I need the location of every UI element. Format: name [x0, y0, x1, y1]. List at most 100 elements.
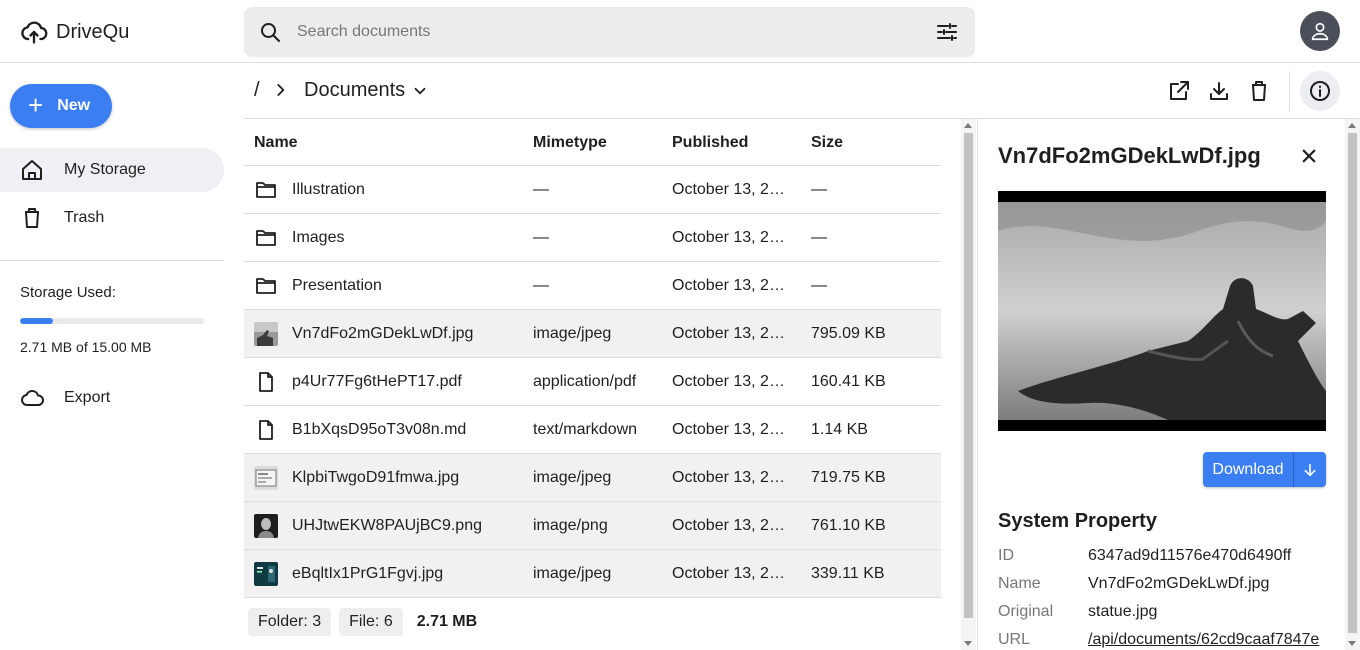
- download-icon[interactable]: [1207, 79, 1231, 103]
- cell-published: October 13, 2022: [672, 469, 790, 486]
- download-button[interactable]: Download: [1203, 452, 1326, 487]
- folder-icon: [256, 182, 276, 198]
- table-row[interactable]: B1bXqsD95oT3v08n.md text/markdown Octobe…: [244, 406, 941, 454]
- sidebar-item-trash[interactable]: Trash: [0, 196, 224, 240]
- cloud-icon: [21, 389, 44, 406]
- sidebar-item-my-storage[interactable]: My Storage: [0, 148, 224, 192]
- cell-published: October 13, 2022: [672, 229, 790, 246]
- table-summary: Folder: 3 File: 6 2.71 MB: [248, 608, 477, 636]
- scrollbar-thumb[interactable]: [1348, 133, 1357, 633]
- cell-published: October 13, 2022: [672, 421, 790, 438]
- table-row[interactable]: KlpbiTwgoD91fmwa.jpg image/jpeg October …: [244, 454, 941, 502]
- cell-published: October 13, 2022: [672, 325, 790, 342]
- property-value: 6347ad9d11576e470d6490ff: [1088, 547, 1292, 564]
- app-name: DriveQu: [56, 20, 130, 43]
- table-row[interactable]: Images — October 13, 2022 —: [244, 214, 941, 262]
- filter-sliders-icon[interactable]: [935, 20, 959, 44]
- cell-mimetype: text/markdown: [533, 421, 638, 438]
- scroll-down-arrow[interactable]: [964, 641, 972, 646]
- cell-name: Illustration: [292, 181, 365, 198]
- image-thumbnail: [254, 562, 278, 586]
- top-bar: DriveQu: [0, 0, 1360, 63]
- cell-name: UHJtwEKW8PAUjBC9.png: [292, 517, 482, 534]
- table-row[interactable]: Presentation — October 13, 2022 —: [244, 262, 941, 310]
- image-preview: [998, 191, 1326, 431]
- cell-size: 339.11 KB: [811, 565, 885, 582]
- delete-icon[interactable]: [1247, 79, 1271, 103]
- user-avatar[interactable]: [1300, 11, 1340, 51]
- image-thumbnail: [254, 466, 278, 490]
- property-value: statue.jpg: [1088, 603, 1158, 620]
- image-thumbnail: [254, 322, 278, 346]
- download-button-label: Download: [1203, 452, 1294, 487]
- breadcrumb-current-folder[interactable]: Documents: [304, 79, 429, 102]
- cell-published: October 13, 2022: [672, 565, 790, 582]
- column-header-mimetype[interactable]: Mimetype: [533, 134, 607, 152]
- scroll-up-arrow[interactable]: [964, 123, 972, 128]
- search-input[interactable]: [297, 7, 897, 57]
- column-header-published[interactable]: Published: [672, 134, 748, 152]
- storage-usage-text: 2.71 MB of 15.00 MB: [20, 339, 152, 355]
- breadcrumb-root[interactable]: /: [254, 79, 260, 102]
- detail-panel: Vn7dFo2mGDekLwDf.jpg Download System Pro…: [977, 119, 1345, 650]
- info-button[interactable]: [1300, 71, 1340, 111]
- search-bar: [244, 7, 975, 57]
- column-header-size[interactable]: Size: [811, 134, 843, 152]
- folder-icon: [256, 278, 276, 294]
- file-icon: [259, 372, 273, 392]
- brand[interactable]: DriveQu: [20, 18, 129, 46]
- search-icon[interactable]: [258, 20, 282, 44]
- app-root: DriveQu + New My Stor: [0, 0, 1360, 650]
- sidebar-item-label: Trash: [64, 209, 105, 226]
- cell-mimetype: —: [533, 229, 549, 246]
- sidebar-item-label: My Storage: [64, 161, 146, 178]
- detail-scrollbar[interactable]: [1345, 119, 1360, 650]
- property-key: Original: [998, 603, 1054, 620]
- column-header-name[interactable]: Name: [254, 134, 298, 152]
- new-button[interactable]: + New: [10, 84, 112, 128]
- property-value: Vn7dFo2mGDekLwDf.jpg: [1088, 575, 1270, 592]
- sidebar: + New My Storage Trash Storage Used: 2.7…: [0, 63, 224, 650]
- close-icon[interactable]: [1300, 147, 1318, 165]
- table-row[interactable]: eBqltIx1PrG1Fgvj.jpg image/jpeg October …: [244, 550, 941, 598]
- cell-name: eBqltIx1PrG1Fgvj.jpg: [292, 565, 444, 582]
- table-row[interactable]: Vn7dFo2mGDekLwDf.jpg image/jpeg October …: [244, 310, 941, 358]
- cell-mimetype: —: [533, 277, 549, 294]
- cell-published: October 13, 2022: [672, 181, 790, 198]
- toolbar-divider: [1289, 71, 1290, 111]
- arrow-down-icon[interactable]: [1294, 452, 1326, 487]
- property-key: URL: [998, 631, 1031, 648]
- table-row[interactable]: Illustration — October 13, 2022 —: [244, 166, 941, 214]
- property-key: ID: [998, 547, 1014, 564]
- home-icon: [22, 160, 42, 180]
- cell-size: —: [811, 181, 827, 198]
- cell-mimetype: image/jpeg: [533, 469, 612, 486]
- open-external-icon[interactable]: [1167, 79, 1191, 103]
- scrollbar-thumb[interactable]: [964, 133, 973, 618]
- cloud-upload-icon: [21, 21, 48, 44]
- plus-icon: +: [28, 90, 44, 120]
- table-row[interactable]: UHJtwEKW8PAUjBC9.png image/png October 1…: [244, 502, 941, 550]
- sidebar-item-label: Export: [64, 389, 111, 406]
- cell-size: 160.41 KB: [811, 373, 886, 390]
- storage-label: Storage Used:: [20, 284, 116, 301]
- file-icon: [259, 420, 273, 440]
- cell-mimetype: image/jpeg: [533, 565, 612, 582]
- cell-size: 719.75 KB: [811, 469, 886, 486]
- sidebar-item-export[interactable]: Export: [0, 376, 224, 420]
- property-url-link[interactable]: /api/documents/62cd9caaf7847e: [1088, 631, 1319, 649]
- cell-size: 795.09 KB: [811, 325, 886, 342]
- scroll-up-arrow[interactable]: [1348, 123, 1356, 128]
- cell-name: Vn7dFo2mGDekLwDf.jpg: [292, 325, 474, 342]
- documents-table: Name Mimetype Published Size Illustratio…: [244, 119, 941, 598]
- scroll-down-arrow[interactable]: [1348, 641, 1356, 646]
- folder-icon: [256, 230, 276, 246]
- table-scrollbar[interactable]: [961, 119, 976, 650]
- cell-size: 1.14 KB: [811, 421, 868, 438]
- image-thumbnail: [254, 514, 278, 538]
- chevron-right-icon: [277, 84, 285, 96]
- cell-name: KlpbiTwgoD91fmwa.jpg: [292, 469, 460, 486]
- system-property-title: System Property: [998, 510, 1157, 532]
- table-row[interactable]: p4Ur77Fg6tHePT17.pdf application/pdf Oct…: [244, 358, 941, 406]
- table-header: Name Mimetype Published Size: [244, 119, 941, 166]
